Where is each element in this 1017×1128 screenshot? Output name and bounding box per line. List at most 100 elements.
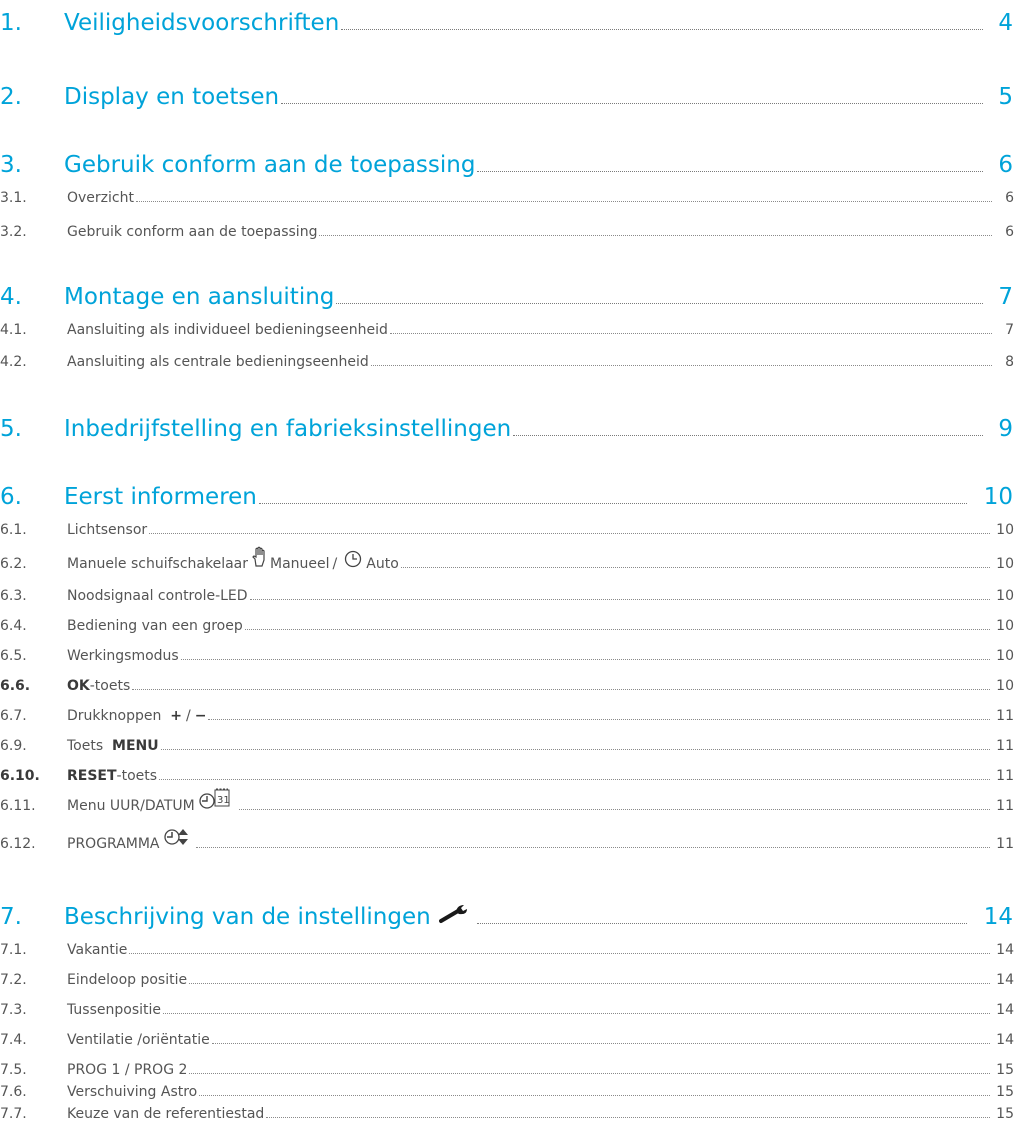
dot-leader	[180, 659, 990, 660]
toc-title: Veiligheidsvoorschriften	[64, 10, 340, 36]
toc-title-part: Manueel	[270, 556, 330, 572]
toc-entry-4-1[interactable]: 4.1. Aansluiting als individueel bedieni…	[0, 318, 1017, 338]
toc-title-slash: /	[332, 556, 338, 572]
toc-page: 14	[983, 904, 1013, 930]
toc-page: 7	[1005, 322, 1014, 338]
dot-leader	[266, 1117, 990, 1118]
toc-page: 8	[1005, 354, 1014, 370]
toc-entry-6-1[interactable]: 6.1. Lichtsensor 10	[0, 518, 1017, 538]
toc-number: 6.6.	[0, 678, 31, 694]
toc-page: 11	[996, 738, 1014, 754]
toc-page: 10	[996, 522, 1014, 538]
toc-entry-7-7[interactable]: 7.7. Keuze van de referentiestad 15	[0, 1102, 1017, 1122]
toc-title: Aansluiting als centrale bedieningseenhe…	[67, 354, 369, 370]
clock-arrows-icon	[163, 826, 190, 852]
toc-title: Beschrijving van de instellingen	[64, 902, 475, 930]
toc-entry-6-6[interactable]: 6.6. OK -toets 10	[0, 674, 1017, 694]
toc-entry-6-4[interactable]: 6.4. Bediening van een groep 10	[0, 614, 1017, 634]
dot-leader	[249, 599, 990, 600]
toc-title: OK -toets	[67, 678, 130, 694]
toc-page: 6	[998, 152, 1013, 178]
toc-entry-7[interactable]: 7. Beschrijving van de instellingen 14	[0, 900, 1017, 930]
toc-title: Gebruik conform aan de toepassing	[64, 152, 476, 178]
toc-number: 6.2.	[0, 556, 27, 572]
toc-page: 14	[996, 942, 1014, 958]
toc-entry-4[interactable]: 4. Montage en aansluiting 7	[0, 280, 1017, 310]
toc-page: 11	[996, 768, 1014, 784]
dot-leader	[211, 1043, 990, 1044]
dot-leader	[336, 303, 983, 304]
dot-leader	[319, 235, 992, 236]
toc-entry-7-3[interactable]: 7.3. Tussenpositie 14	[0, 998, 1017, 1018]
toc-entry-3-1[interactable]: 3.1. Overzicht 6	[0, 186, 1017, 206]
toc-entry-2[interactable]: 2. Display en toetsen 5	[0, 80, 1017, 110]
toc-entry-4-2[interactable]: 4.2. Aansluiting als centrale bedienings…	[0, 350, 1017, 370]
toc-page: 10	[996, 556, 1014, 572]
toc-entry-6-7[interactable]: 6.7. Drukknoppen + / − 11	[0, 704, 1017, 724]
toc-page: 10	[996, 648, 1014, 664]
toc-title-part: Auto	[366, 556, 399, 572]
toc-number: 4.	[0, 284, 22, 310]
toc-title-part: Menu UUR/DATUM	[67, 798, 195, 814]
dot-leader	[132, 689, 990, 690]
toc-title: Gebruik conform aan de toepassing	[67, 224, 318, 240]
toc-entry-6-12[interactable]: 6.12. PROGRAMMA 11	[0, 829, 1017, 852]
dot-leader	[189, 1073, 990, 1074]
toc-title: Toets MENU	[67, 738, 159, 754]
toc-entry-7-5[interactable]: 7.5. PROG 1 / PROG 2 15	[0, 1058, 1017, 1078]
toc-page: 10	[983, 484, 1013, 510]
dot-leader	[238, 809, 990, 810]
toc-title-part: Manuele schuifschakelaar	[67, 556, 248, 572]
toc-page: 11	[996, 708, 1014, 724]
toc-title: PROG 1 / PROG 2	[67, 1062, 188, 1078]
toc-title-part: Toets	[67, 738, 104, 754]
toc-number: 3.2.	[0, 224, 27, 240]
toc-entry-7-6[interactable]: 7.6. Verschuiving Astro 15	[0, 1080, 1017, 1100]
toc-number: 7.3.	[0, 1002, 27, 1018]
dot-leader	[476, 923, 967, 924]
toc-entry-6-2[interactable]: 6.2. Manuele schuifschakelaar Manueel / …	[0, 546, 1017, 572]
dot-leader	[389, 333, 992, 334]
toc-entry-1[interactable]: 1. Veiligheidsvoorschriften 4	[0, 6, 1017, 36]
toc-entry-3[interactable]: 3. Gebruik conform aan de toepassing 6	[0, 148, 1017, 178]
dot-leader	[163, 1013, 990, 1014]
toc-title: Keuze van de referentiestad	[67, 1106, 265, 1122]
toc-number: 7.7.	[0, 1106, 27, 1122]
dot-leader	[129, 953, 990, 954]
toc-page: 7	[998, 284, 1013, 310]
toc-number: 6.10.	[0, 768, 40, 784]
toc-page: 11	[996, 798, 1014, 814]
toc-title: Overzicht	[67, 190, 134, 206]
toc-number: 6.3.	[0, 588, 27, 604]
toc-title-bold: OK	[67, 678, 90, 694]
toc-entry-7-4[interactable]: 7.4. Ventilatie /oriëntatie 14	[0, 1028, 1017, 1048]
toc-title: Eerst informeren	[64, 484, 257, 510]
toc-title: Inbedrijfstelling en fabrieksinstellinge…	[64, 416, 512, 442]
toc-entry-7-1[interactable]: 7.1. Vakantie 14	[0, 938, 1017, 958]
toc-title: Manuele schuifschakelaar Manueel / Auto	[67, 546, 399, 572]
toc-number: 5.	[0, 416, 22, 442]
toc-entry-6-11[interactable]: 6.11. Menu UUR/DATUM 31 11	[0, 788, 1017, 814]
toc-page: 10	[996, 588, 1014, 604]
toc-entry-6-9[interactable]: 6.9. Toets MENU 11	[0, 734, 1017, 754]
toc-entry-3-2[interactable]: 3.2. Gebruik conform aan de toepassing 6	[0, 220, 1017, 240]
toc-number: 6.7.	[0, 708, 27, 724]
toc-entry-6-3[interactable]: 6.3. Noodsignaal controle-LED 10	[0, 584, 1017, 604]
toc-title-part: Beschrijving van de instellingen	[64, 904, 431, 930]
toc-number: 2.	[0, 84, 22, 110]
toc-number: 7.2.	[0, 972, 27, 988]
toc-entry-5[interactable]: 5. Inbedrijfstelling en fabrieksinstelli…	[0, 412, 1017, 442]
toc-title: Verschuiving Astro	[67, 1084, 198, 1100]
toc-page: 15	[996, 1062, 1014, 1078]
toc-number: 6.9.	[0, 738, 27, 754]
wrench-icon	[438, 902, 471, 930]
dot-leader	[149, 533, 990, 534]
dot-leader	[258, 503, 967, 504]
toc-number: 7.6.	[0, 1084, 27, 1100]
toc-entry-6[interactable]: 6. Eerst informeren 10	[0, 480, 1017, 510]
toc-number: 4.1.	[0, 322, 27, 338]
toc-entry-6-10[interactable]: 6.10. RESET -toets 11	[0, 764, 1017, 784]
toc-entry-6-5[interactable]: 6.5. Werkingsmodus 10	[0, 644, 1017, 664]
toc-number: 6.5.	[0, 648, 27, 664]
toc-entry-7-2[interactable]: 7.2. Eindeloop positie 14	[0, 968, 1017, 988]
